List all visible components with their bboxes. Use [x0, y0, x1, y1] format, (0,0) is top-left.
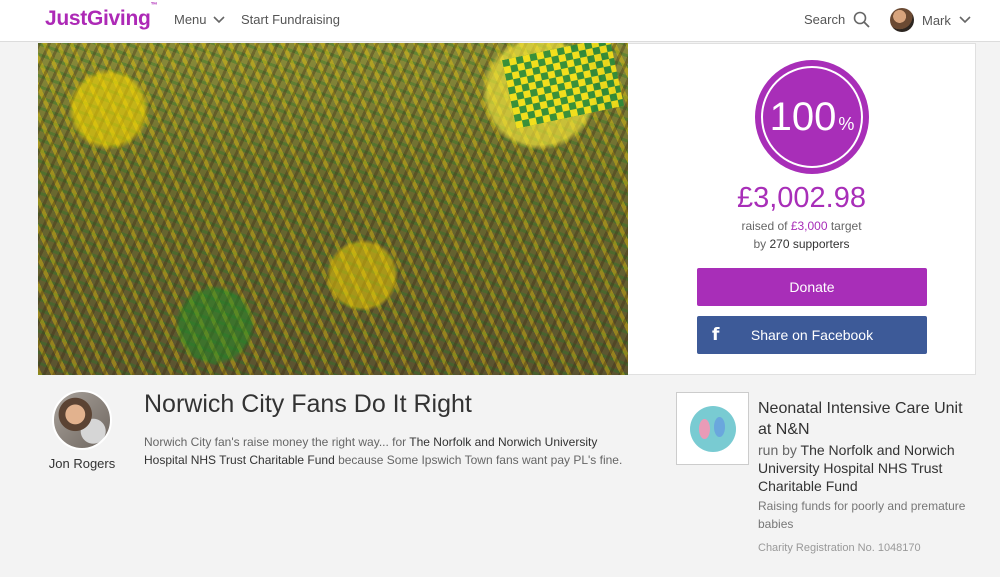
footprint-pink: [698, 418, 710, 439]
charity-description: Raising funds for poorly and premature b…: [758, 499, 966, 531]
progress-percent-sign: %: [838, 113, 855, 134]
footprint-blue: [713, 416, 725, 437]
progress-ring-inner: 100 %: [761, 66, 863, 168]
supporters-line: by 270 supporters: [628, 237, 975, 251]
donate-button[interactable]: Donate: [697, 268, 927, 306]
baby-footprints-icon: [689, 405, 736, 452]
share-facebook-button[interactable]: f Share on Facebook: [697, 316, 927, 354]
user-menu[interactable]: Mark: [890, 8, 971, 32]
user-name: Mark: [922, 12, 951, 28]
top-navigation-bar: JustGiving™ Menu Start Fundraising Searc…: [0, 0, 1000, 42]
target-line: raised of £3,000 target: [628, 219, 975, 233]
start-fundraising-link[interactable]: Start Fundraising: [241, 12, 340, 27]
supporters-prefix: by: [753, 237, 770, 251]
chevron-down-icon: [959, 16, 971, 24]
run-by-prefix: run by: [758, 442, 801, 458]
progress-ring: 100 %: [755, 60, 869, 174]
search-label: Search: [804, 12, 846, 27]
hero-flag-detail: [501, 43, 625, 129]
facebook-icon: f: [712, 325, 720, 345]
charity-name[interactable]: Neonatal Intensive Care Unit at N&N: [758, 398, 973, 440]
supporters-count: 270 supporters: [769, 237, 850, 251]
page-title: Norwich City Fans Do It Right: [144, 390, 472, 418]
fundraiser-story: Norwich City fan's raise money the right…: [144, 433, 634, 469]
donate-label: Donate: [789, 279, 835, 295]
raised-amount: £3,002.98: [736, 182, 866, 214]
menu-label: Menu: [174, 12, 207, 27]
target-suffix: target: [827, 219, 862, 233]
chevron-down-icon: [212, 15, 225, 23]
story-intro: Norwich City fan's raise money the right…: [144, 435, 410, 449]
user-avatar: [890, 8, 914, 32]
progress-percent: 100: [769, 94, 837, 139]
fundraiser-name[interactable]: Jon Rogers: [36, 456, 128, 471]
charity-registration: Charity Registration No. 1048170: [758, 542, 921, 554]
share-facebook-label: Share on Facebook: [750, 327, 874, 343]
fundraiser-avatar[interactable]: [52, 390, 112, 450]
justgiving-logo[interactable]: JustGiving™: [45, 2, 158, 31]
search-icon: [853, 11, 870, 28]
logo-text: JustGiving: [45, 7, 151, 30]
donation-stats-panel: 100 % £3,002.98 raised of £3,000 target …: [628, 43, 976, 375]
charity-run-by: run by The Norfolk and Norwich Universit…: [758, 441, 978, 495]
logo-trademark: ™: [150, 2, 158, 9]
search-button[interactable]: Search: [804, 11, 870, 28]
story-outro: because Some Ipswich Town fans want pay …: [334, 453, 623, 467]
charity-logo[interactable]: [676, 392, 749, 465]
hero-image: [38, 43, 628, 375]
target-amount: £3,000: [790, 219, 828, 233]
menu-dropdown[interactable]: Menu: [174, 12, 225, 27]
target-prefix: raised of: [741, 219, 791, 233]
